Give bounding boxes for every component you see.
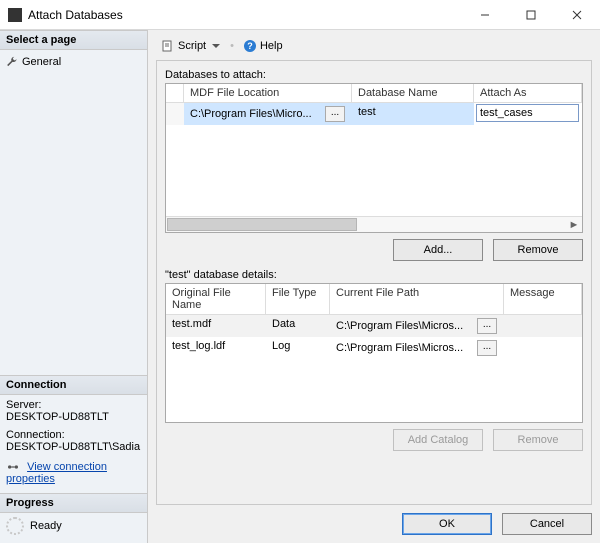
server-label: Server: xyxy=(6,399,141,411)
connection-value: DESKTOP-UD88TLT\Sadia xyxy=(6,441,141,453)
browse-mdf-button[interactable]: ... xyxy=(325,106,345,122)
col-current-file-path[interactable]: Current File Path xyxy=(330,284,504,314)
browse-path-button[interactable]: ... xyxy=(477,318,497,334)
file-path-value: C:\Program Files\Micros... xyxy=(336,342,475,354)
row-header-col xyxy=(166,84,184,102)
file-type-value: Log xyxy=(266,337,330,359)
message-value xyxy=(504,337,582,359)
col-original-file-name[interactable]: Original File Name xyxy=(166,284,266,314)
database-name-value[interactable]: test xyxy=(352,103,474,125)
script-icon xyxy=(162,40,174,52)
content-group: Databases to attach: MDF File Location D… xyxy=(156,60,592,505)
add-catalog-button: Add Catalog xyxy=(393,429,483,451)
toolbar: Script • ? Help xyxy=(156,36,592,60)
col-attach-as[interactable]: Attach As xyxy=(474,84,582,102)
file-path-value: C:\Program Files\Micros... xyxy=(336,320,475,332)
view-connection-properties[interactable]: View connection properties xyxy=(6,461,141,485)
database-details-label: "test" database details: xyxy=(165,269,583,281)
connection-heading: Connection xyxy=(0,375,147,395)
table-row[interactable]: test.mdf Data C:\Program Files\Micros...… xyxy=(166,315,582,337)
ok-button[interactable]: OK xyxy=(402,513,492,535)
help-icon: ? xyxy=(244,40,256,52)
select-page-heading: Select a page xyxy=(0,30,147,50)
app-icon xyxy=(8,8,22,22)
sidebar-item-general[interactable]: General xyxy=(6,54,141,70)
main-panel: Script • ? Help Databases to attach: MDF… xyxy=(148,30,600,543)
mdf-location-value: C:\Program Files\Micro... xyxy=(190,108,323,120)
col-file-type[interactable]: File Type xyxy=(266,284,330,314)
connection-icon xyxy=(6,462,20,472)
sidebar-item-label: General xyxy=(22,56,61,68)
col-mdf-location[interactable]: MDF File Location xyxy=(184,84,352,102)
titlebar: Attach Databases xyxy=(0,0,600,30)
view-connection-properties-link[interactable]: View connection properties xyxy=(6,461,107,485)
progress-spinner-icon xyxy=(6,517,24,535)
chevron-down-icon xyxy=(212,44,220,48)
col-database-name[interactable]: Database Name xyxy=(352,84,474,102)
script-button[interactable]: Script xyxy=(158,38,224,54)
help-label: Help xyxy=(260,40,283,52)
server-value: DESKTOP-UD88TLT xyxy=(6,411,141,423)
connection-label: Connection: xyxy=(6,429,141,441)
scroll-thumb[interactable] xyxy=(167,218,357,231)
progress-status: Ready xyxy=(30,520,62,532)
window-controls xyxy=(462,0,600,30)
minimize-button[interactable] xyxy=(462,0,508,30)
script-label: Script xyxy=(178,40,206,52)
browse-path-button[interactable]: ... xyxy=(477,340,497,356)
row-selector[interactable] xyxy=(166,103,184,125)
remove-detail-button: Remove xyxy=(493,429,583,451)
window-title: Attach Databases xyxy=(28,8,462,22)
remove-button[interactable]: Remove xyxy=(493,239,583,261)
col-message[interactable]: Message xyxy=(504,284,582,314)
wrench-icon xyxy=(6,56,18,68)
file-type-value: Data xyxy=(266,315,330,337)
scroll-right-arrow[interactable]: ► xyxy=(566,217,582,232)
databases-to-attach-label: Databases to attach: xyxy=(165,69,583,81)
horizontal-scrollbar[interactable]: ◄ ► xyxy=(166,216,582,232)
file-name-value: test.mdf xyxy=(166,315,266,337)
table-row[interactable]: C:\Program Files\Micro... ... test xyxy=(166,103,582,125)
progress-heading: Progress xyxy=(0,493,147,513)
sidebar: Select a page General Connection Server:… xyxy=(0,30,148,543)
maximize-button[interactable] xyxy=(508,0,554,30)
table-header: Original File Name File Type Current Fil… xyxy=(166,284,582,315)
message-value xyxy=(504,315,582,337)
cancel-button[interactable]: Cancel xyxy=(502,513,592,535)
table-row[interactable]: test_log.ldf Log C:\Program Files\Micros… xyxy=(166,337,582,359)
details-table[interactable]: Original File Name File Type Current Fil… xyxy=(165,283,583,423)
add-button[interactable]: Add... xyxy=(393,239,483,261)
file-name-value: test_log.ldf xyxy=(166,337,266,359)
databases-table[interactable]: MDF File Location Database Name Attach A… xyxy=(165,83,583,233)
attach-as-input[interactable] xyxy=(476,104,579,122)
dialog-footer: OK Cancel xyxy=(156,505,592,535)
table-header: MDF File Location Database Name Attach A… xyxy=(166,84,582,103)
help-button[interactable]: ? Help xyxy=(240,38,287,54)
close-button[interactable] xyxy=(554,0,600,30)
